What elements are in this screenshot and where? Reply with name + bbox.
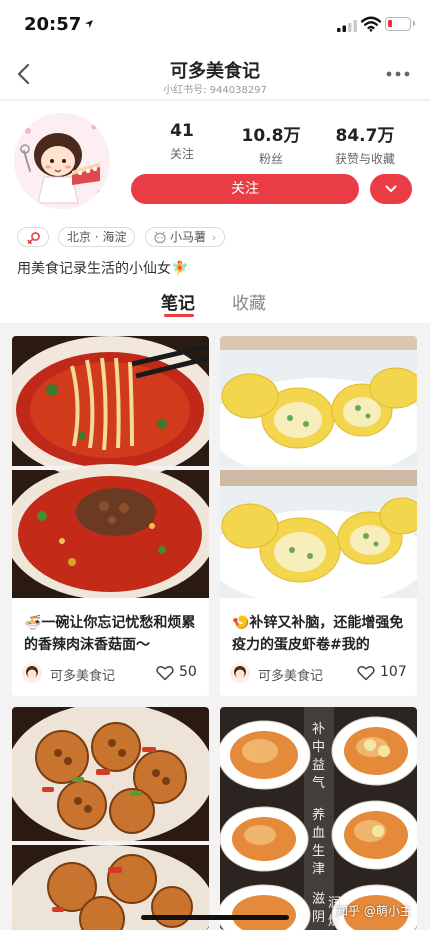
recommend-dropdown-button[interactable] bbox=[370, 174, 412, 204]
account-id: 小红书号: 944038297 bbox=[163, 85, 267, 96]
followers-stat[interactable]: 10.8万 粉丝 bbox=[225, 121, 317, 167]
followers-label: 粉丝 bbox=[258, 152, 283, 166]
note-footer: 可多美食记 107 bbox=[220, 661, 417, 685]
svg-text:益: 益 bbox=[312, 758, 325, 773]
battery-icon bbox=[385, 17, 415, 31]
note-title: 🍜一碗让你忘记忧愁和烦累的香辣肉沫香菇面～ bbox=[24, 615, 196, 653]
like-count: 50 bbox=[179, 664, 197, 680]
active-tab-indicator bbox=[164, 314, 194, 317]
dessert-soup-photo: 补中益气 养血生津 滋阴 润燥 bbox=[220, 707, 417, 930]
like-count: 107 bbox=[380, 664, 407, 680]
wifi-icon bbox=[361, 16, 381, 32]
status-bar: 20:57 bbox=[0, 0, 430, 48]
author-avatar bbox=[230, 663, 250, 683]
chevron-right-icon: › bbox=[211, 231, 217, 244]
location-arrow-icon bbox=[85, 20, 93, 28]
gender-tag bbox=[17, 227, 49, 247]
watermark: 知乎 @萌小主 bbox=[336, 904, 412, 918]
likes-collections-label: 获赞与收藏 bbox=[334, 152, 395, 166]
level-label: 小马薯 bbox=[170, 230, 207, 244]
svg-text:血: 血 bbox=[312, 826, 325, 841]
profile-stats: 41 关注 10.8万 粉丝 84.7万 获赞与收藏 bbox=[140, 121, 415, 167]
likes-collections-stat[interactable]: 84.7万 获赞与收藏 bbox=[315, 121, 415, 167]
note-card[interactable]: 🍤补锌又补脑，还能增强免疫力的蛋皮虾卷#我的 可多美食记 107 bbox=[220, 336, 417, 696]
tab-collections[interactable]: 收藏 bbox=[232, 289, 266, 314]
following-label: 关注 bbox=[169, 147, 194, 161]
svg-text:补: 补 bbox=[312, 722, 325, 737]
avatar[interactable] bbox=[14, 113, 110, 209]
likes-collections-count: 84.7万 bbox=[335, 126, 395, 146]
svg-text:中: 中 bbox=[312, 740, 325, 755]
note-author: 可多美食记 bbox=[258, 669, 324, 684]
home-indicator bbox=[141, 915, 289, 920]
status-time: 20:57 bbox=[24, 14, 82, 35]
chevron-down-icon bbox=[385, 185, 397, 192]
svg-text:气: 气 bbox=[312, 775, 325, 791]
svg-text:养: 养 bbox=[312, 807, 325, 823]
note-card[interactable]: 补中益气 养血生津 滋阴 润燥 bbox=[220, 707, 417, 930]
svg-text:生: 生 bbox=[312, 844, 325, 859]
more-options-icon[interactable] bbox=[386, 70, 410, 78]
nav-bar: 可多美食记 小红书号: 944038297 bbox=[0, 48, 430, 100]
note-author: 可多美食记 bbox=[50, 669, 116, 684]
svg-text:滋: 滋 bbox=[312, 892, 325, 907]
tab-notes[interactable]: 笔记 bbox=[161, 289, 195, 314]
page-title: 可多美食记 bbox=[170, 61, 260, 82]
note-title: 🍤补锌又补脑，还能增强免疫力的蛋皮虾卷#我的 bbox=[232, 615, 404, 653]
profile-bio: 用美食记录生活的小仙女🧚 bbox=[17, 261, 189, 277]
heart-icon[interactable] bbox=[156, 665, 174, 681]
level-tag[interactable]: 小马薯 › bbox=[145, 227, 226, 247]
lotus-root-photo bbox=[12, 707, 209, 930]
female-icon bbox=[27, 232, 40, 244]
profile-header: 41 关注 10.8万 粉丝 84.7万 获赞与收藏 关注 北京 · 海淀 小马… bbox=[0, 101, 430, 323]
follow-button[interactable]: 关注 bbox=[131, 174, 359, 204]
note-footer: 可多美食记 50 bbox=[12, 661, 209, 685]
egg-roll-photo bbox=[220, 336, 417, 598]
followers-count: 10.8万 bbox=[241, 126, 301, 146]
avatar-illustration bbox=[14, 113, 110, 209]
note-card[interactable]: 🍜一碗让你忘记忧愁和烦累的香辣肉沫香菇面～ 可多美食记 50 bbox=[12, 336, 209, 696]
noodle-photo bbox=[12, 336, 209, 598]
following-stat[interactable]: 41 关注 bbox=[136, 121, 228, 162]
author-avatar bbox=[22, 663, 42, 683]
note-card[interactable] bbox=[12, 707, 209, 930]
svg-text:阴: 阴 bbox=[312, 910, 325, 925]
heart-icon[interactable] bbox=[357, 665, 375, 681]
cellular-signal-icon bbox=[337, 20, 357, 32]
location-tag: 北京 · 海淀 bbox=[58, 227, 136, 247]
potato-level-icon bbox=[154, 231, 166, 244]
svg-text:津: 津 bbox=[312, 862, 325, 877]
following-count: 41 bbox=[170, 121, 194, 141]
